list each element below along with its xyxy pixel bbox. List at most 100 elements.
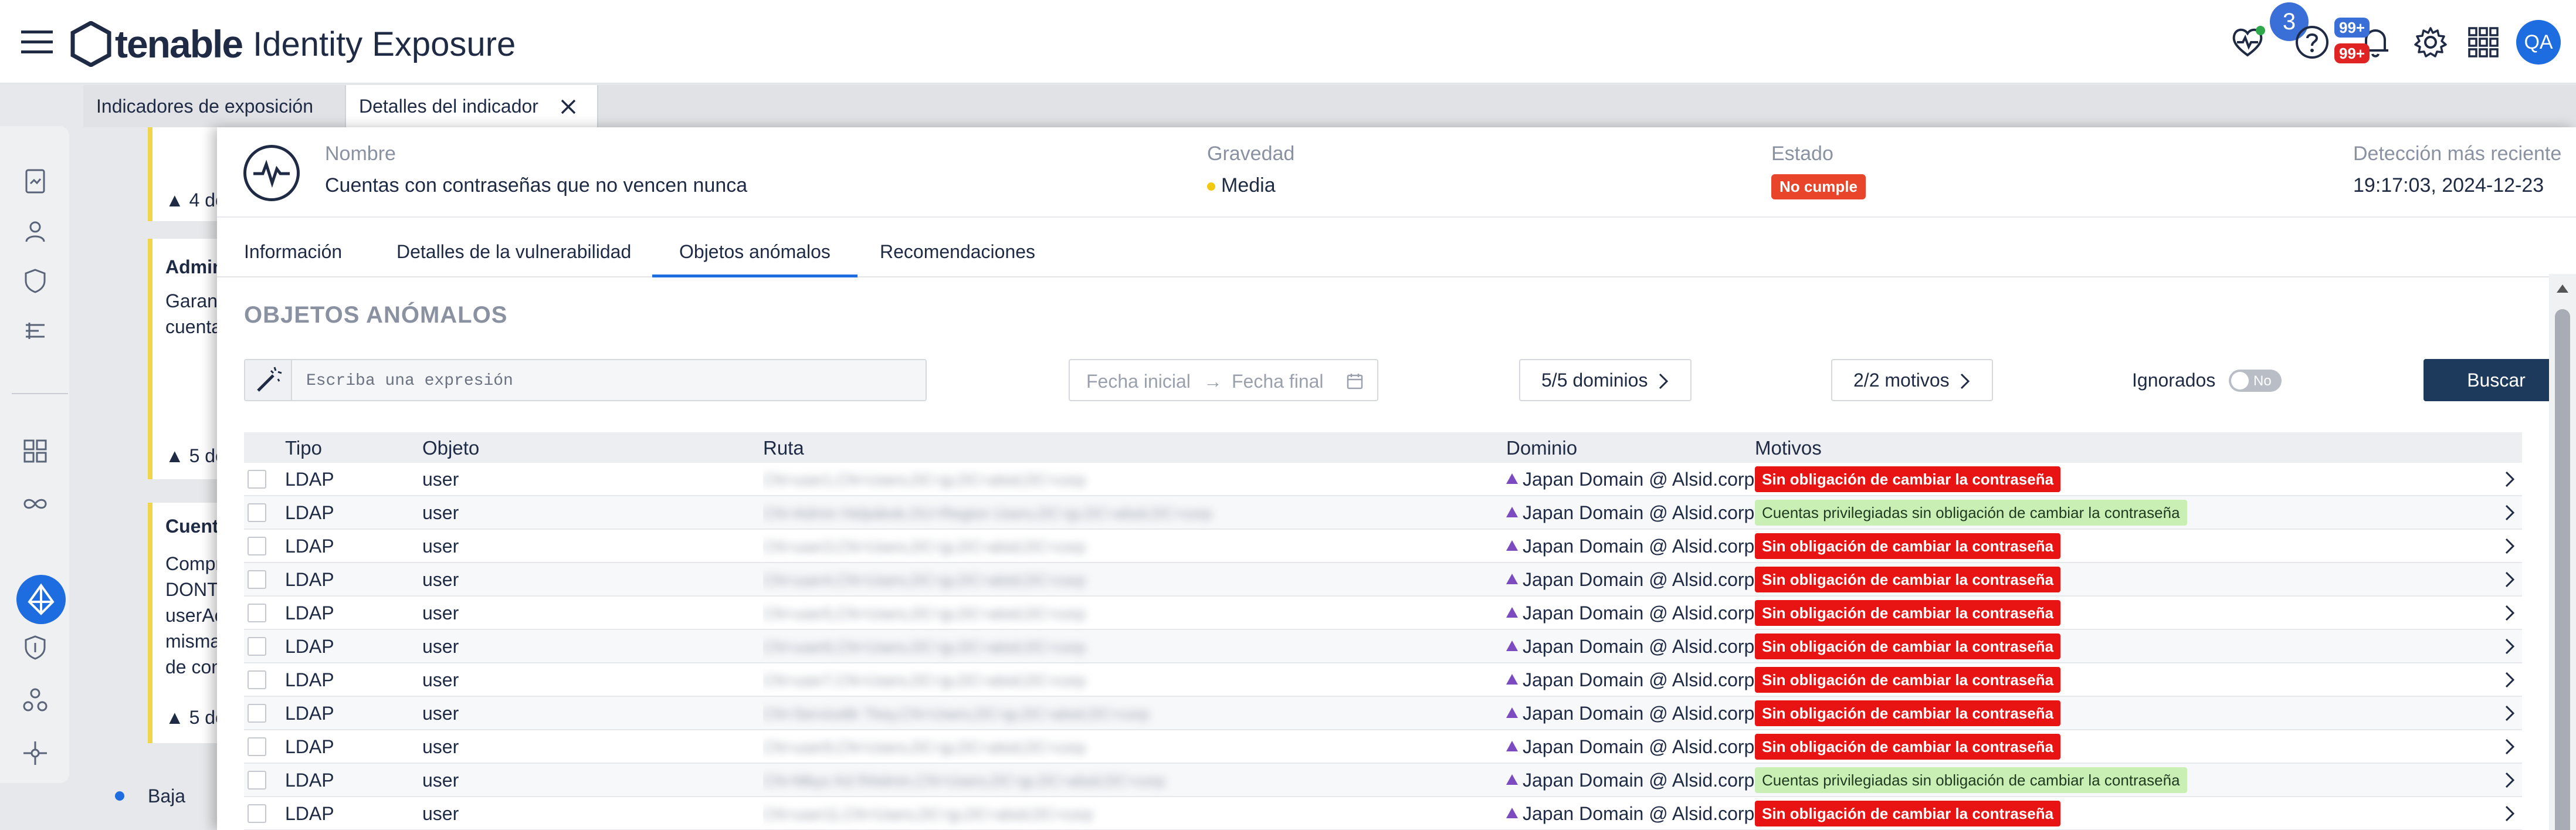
row-object: user <box>422 569 459 590</box>
row-motive-badge: Sin obligación de cambiar la contraseña <box>1755 734 2061 760</box>
row-domain: Japan Domain @ Alsid.corp <box>1523 569 1755 590</box>
table-row[interactable]: LDAP user CN=user1,CN=Users,DC=jp,DC=alsid… <box>244 463 2522 496</box>
tab-exposure-indicators[interactable]: Indicadores de exposición <box>83 85 345 127</box>
nav-report-icon[interactable] <box>21 167 49 195</box>
notification-badge-blue: 99+ <box>2334 18 2370 38</box>
tenable-logo[interactable]: tenable Identity Exposure <box>68 18 516 70</box>
chevron-right-icon[interactable] <box>2503 704 2516 723</box>
chevron-right-icon[interactable] <box>2503 771 2516 790</box>
table-row[interactable]: LDAP user CN=ServiceBr Tkey,CN=Users,DC=jp… <box>244 697 2522 730</box>
row-domain: Japan Domain @ Alsid.corp <box>1523 736 1755 757</box>
row-checkbox[interactable] <box>248 537 266 555</box>
column-motives[interactable]: Motivos <box>1755 437 1822 459</box>
chevron-right-icon[interactable] <box>2503 637 2516 656</box>
row-type: LDAP <box>285 669 334 690</box>
bg-card-2-line: Garant <box>165 290 223 311</box>
row-path-text: CN=Mbys Kd RAdmin,CN=Users,DC=jp,DC=alsi… <box>763 772 1165 790</box>
table-row[interactable]: LDAP user CN=Admin Helpdesk,OU=Region User… <box>244 496 2522 530</box>
grid-icon[interactable] <box>2465 23 2502 61</box>
row-checkbox[interactable] <box>248 704 266 723</box>
row-type: LDAP <box>285 636 334 657</box>
scroll-thumb[interactable] <box>2555 309 2570 830</box>
nav-user-icon[interactable] <box>21 217 49 245</box>
status-badge: No cumple <box>1771 174 1866 199</box>
search-button[interactable]: Buscar <box>2424 359 2569 401</box>
hamburger-icon[interactable] <box>21 28 53 55</box>
row-checkbox[interactable] <box>248 637 266 656</box>
table-row[interactable]: LDAP user CN=user4,CN=Users,DC=jp,DC=alsid… <box>244 563 2522 597</box>
nav-shield-user-icon[interactable] <box>21 633 49 662</box>
subtab-vulnerability-details[interactable]: Detalles de la vulnerabilidad <box>396 218 631 277</box>
row-path: CN=user1,CN=Users,DC=jp,DC=alsid,DC=corp <box>763 463 1250 496</box>
row-object: user <box>422 536 459 557</box>
table-row[interactable]: LDAP user CN=user3,CN=Users,DC=jp,DC=alsid… <box>244 530 2522 563</box>
subtab-recommendations[interactable]: Recomendaciones <box>880 218 1035 277</box>
ignored-toggle[interactable]: No <box>2229 370 2282 392</box>
table-row[interactable]: LDAP user CN=user7,CN=Users,DC=jp,DC=alsid… <box>244 663 2522 697</box>
column-type[interactable]: Tipo <box>285 437 322 459</box>
column-object[interactable]: Objeto <box>422 437 479 459</box>
table-header: Tipo Objeto Ruta Dominio Motivos <box>244 432 2522 463</box>
nav-cluster-icon[interactable] <box>21 686 49 714</box>
row-path: CN=Mbys Kd RAdmin,CN=Users,DC=jp,DC=alsi… <box>763 764 1250 797</box>
question-icon[interactable] <box>2293 23 2331 61</box>
chevron-right-icon[interactable] <box>2503 570 2516 589</box>
row-checkbox[interactable] <box>248 470 266 489</box>
motives-filter-button[interactable]: 2/2 motivos <box>1831 359 1993 401</box>
nav-network-icon[interactable] <box>21 739 49 767</box>
gear-icon[interactable] <box>2412 23 2449 61</box>
tab-indicator-details[interactable]: Detalles del indicador <box>345 85 598 127</box>
close-icon[interactable] <box>560 98 577 116</box>
row-domain: Japan Domain @ Alsid.corp <box>1523 502 1755 523</box>
row-checkbox[interactable] <box>248 670 266 689</box>
row-type: LDAP <box>285 569 334 590</box>
table-row[interactable]: LDAP user CN=user9,CN=Users,DC=jp,DC=alsid… <box>244 730 2522 764</box>
row-checkbox[interactable] <box>248 737 266 756</box>
nav-topology-icon[interactable] <box>21 317 49 345</box>
chevron-right-icon[interactable] <box>2503 604 2516 622</box>
row-checkbox[interactable] <box>248 503 266 522</box>
nav-dashboard-icon[interactable] <box>21 437 49 465</box>
table-row[interactable]: LDAP user CN=user11,CN=Users,DC=jp,DC=alsi… <box>244 797 2522 830</box>
chevron-right-icon[interactable] <box>2503 737 2516 756</box>
column-path[interactable]: Ruta <box>763 437 804 459</box>
chevron-right-icon[interactable] <box>2503 503 2516 522</box>
bg-card-2-title: Admin <box>165 256 224 277</box>
scroll-up-icon[interactable] <box>2557 284 2568 293</box>
nav-shield-icon[interactable] <box>21 267 49 295</box>
motives-filter-label: 2/2 motivos <box>1853 370 1950 391</box>
row-path: CN=user6,CN=Users,DC=jp,DC=alsid,DC=corp <box>763 630 1250 663</box>
row-path: CN=user5,CN=Users,DC=jp,DC=alsid,DC=corp <box>763 597 1250 630</box>
column-domain[interactable]: Dominio <box>1506 437 1577 459</box>
subtab-anomalous-objects[interactable]: Objetos anómalos <box>652 218 857 277</box>
heart-pulse-icon[interactable] <box>2229 23 2266 61</box>
chevron-right-icon[interactable] <box>2503 670 2516 689</box>
row-motive-badge: Sin obligación de cambiar la contraseña <box>1755 600 2061 626</box>
row-checkbox[interactable] <box>248 771 266 790</box>
chevron-right-icon[interactable] <box>2503 470 2516 489</box>
magic-wand-icon[interactable] <box>245 360 292 400</box>
chevron-right-icon[interactable] <box>2503 804 2516 823</box>
row-checkbox[interactable] <box>248 604 266 622</box>
row-checkbox[interactable] <box>248 804 266 823</box>
severity-value: Media <box>1207 174 1276 197</box>
row-checkbox[interactable] <box>248 570 266 589</box>
domains-filter-button[interactable]: 5/5 dominios <box>1519 359 1692 401</box>
user-avatar[interactable]: QA <box>2516 20 2561 65</box>
row-path-text: CN=user11,CN=Users,DC=jp,DC=alsid,DC=cor… <box>763 805 1093 823</box>
bg-card-3-title: Cuent <box>165 516 219 537</box>
chevron-right-icon[interactable] <box>2503 537 2516 555</box>
date-range-picker[interactable]: Fecha inicial → Fecha final <box>1069 359 1378 401</box>
subtab-information[interactable]: Información <box>244 218 342 277</box>
ignored-label: Ignorados <box>2132 370 2216 391</box>
domain-marker-icon <box>1506 540 1518 551</box>
vertical-scrollbar[interactable] <box>2549 274 2576 830</box>
table-row[interactable]: LDAP user CN=user5,CN=Users,DC=jp,DC=alsid… <box>244 597 2522 630</box>
nav-infinity-icon[interactable] <box>21 490 49 518</box>
bg-card-3-line: Compr <box>165 553 222 574</box>
row-path-text: CN=user4,CN=Users,DC=jp,DC=alsid,DC=corp <box>763 571 1086 589</box>
table-row[interactable]: LDAP user CN=user6,CN=Users,DC=jp,DC=alsid… <box>244 630 2522 663</box>
expression-input[interactable]: Escriba una expresión <box>244 359 927 401</box>
nav-indicators-active[interactable] <box>16 575 66 624</box>
table-row[interactable]: LDAP user CN=Mbys Kd RAdmin,CN=Users,DC=jp… <box>244 764 2522 797</box>
